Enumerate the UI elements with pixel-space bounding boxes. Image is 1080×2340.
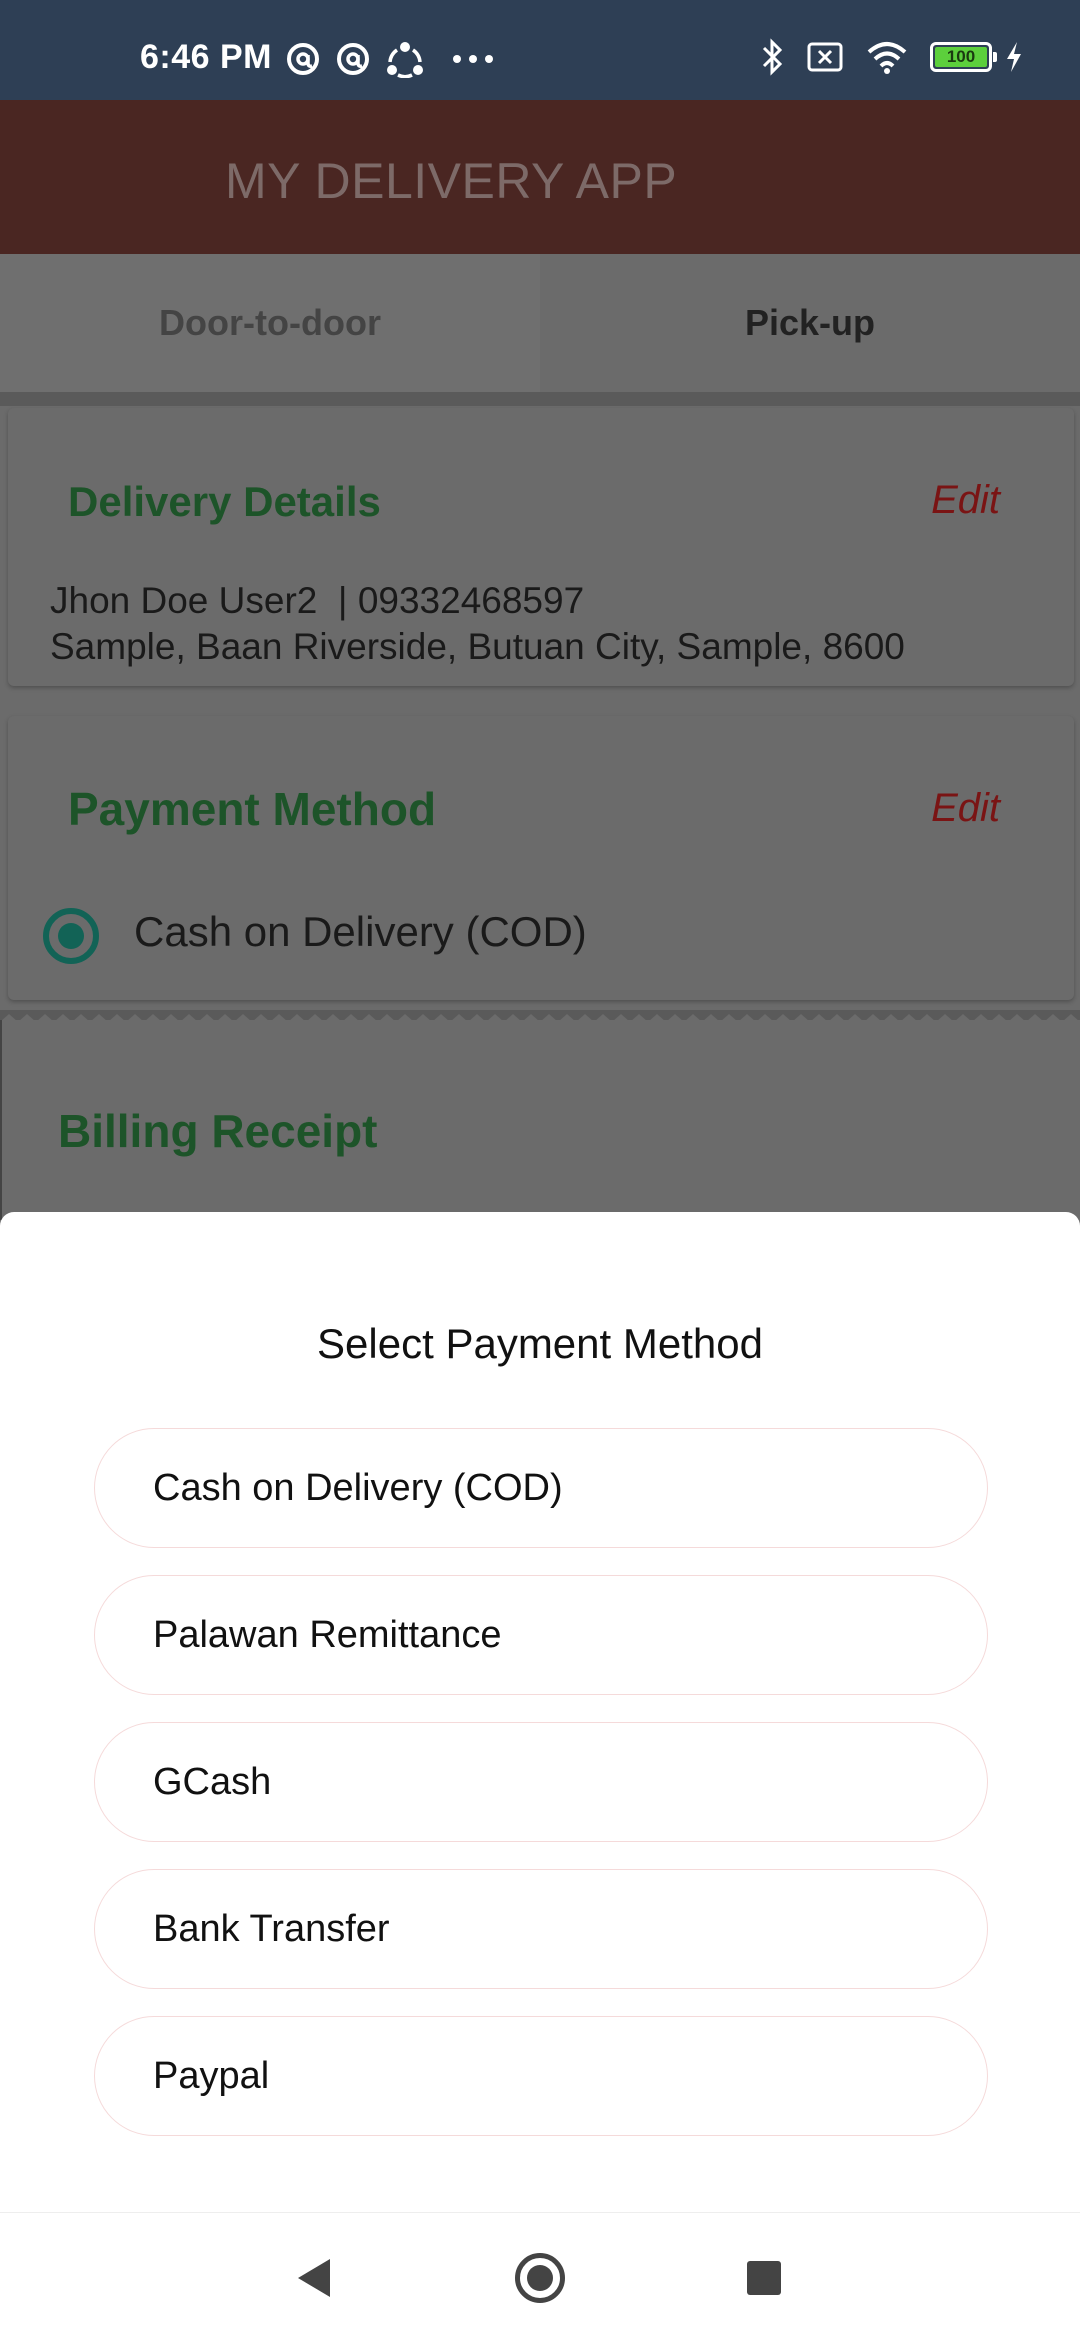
status-icons-right: 100	[760, 38, 1024, 76]
recents-icon[interactable]	[747, 2261, 781, 2295]
tabs-divider	[0, 392, 1080, 406]
delivery-type-tabs: Door-to-door Pick-up	[0, 254, 1080, 392]
recipient-name-phone: Jhon Doe User2 | 09332468597	[50, 580, 585, 621]
payment-method-title: Payment Method	[68, 783, 437, 835]
at-sign-icon	[287, 43, 319, 75]
app-bar: MY DELIVERY APP	[0, 100, 1080, 254]
status-bar: 6:46 PM 100	[0, 0, 1080, 100]
status-time: 6:46 PM	[140, 38, 272, 76]
delivery-details-title: Delivery Details	[68, 478, 381, 525]
payment-radio-selected[interactable]	[43, 908, 99, 964]
wifi-icon	[867, 42, 907, 74]
billing-receipt-title: Billing Receipt	[58, 1105, 378, 1157]
option-bank-transfer[interactable]: Bank Transfer	[94, 1869, 988, 1989]
payment-method-edit-link[interactable]: Edit	[931, 786, 1000, 831]
billing-receipt-card: Billing Receipt	[0, 1020, 1080, 1220]
delivery-details-card: Delivery Details Edit Jhon Doe User2 | 0…	[8, 408, 1074, 686]
home-icon[interactable]	[515, 2253, 565, 2303]
bluetooth-icon	[762, 38, 783, 76]
charging-bolt-icon	[1007, 42, 1021, 72]
more-dots-icon	[453, 55, 493, 63]
payment-selected-label: Cash on Delivery (COD)	[134, 908, 587, 955]
option-gcash[interactable]: GCash	[94, 1722, 988, 1842]
battery-level: 100	[935, 47, 987, 67]
radio-dot	[58, 923, 84, 949]
tab-pick-up[interactable]: Pick-up	[540, 254, 1080, 392]
payment-method-sheet: Select Payment Method Cash on Delivery (…	[0, 1212, 1080, 2212]
delivery-details-edit-link[interactable]: Edit	[931, 478, 1000, 523]
payment-method-card: Payment Method Edit Cash on Delivery (CO…	[8, 716, 1074, 1000]
battery-icon: 100	[930, 42, 997, 72]
back-icon[interactable]	[298, 2259, 330, 2297]
tab-door-to-door[interactable]: Door-to-door	[0, 254, 540, 392]
at-sign-icon	[337, 43, 369, 75]
app-title: MY DELIVERY APP	[225, 153, 678, 209]
share-nodes-icon	[387, 42, 423, 78]
no-sim-icon	[807, 42, 843, 72]
status-icons-left	[285, 40, 495, 78]
home-icon-dot	[527, 2265, 553, 2291]
option-cash-on-delivery[interactable]: Cash on Delivery (COD)	[94, 1428, 988, 1548]
sheet-title: Select Payment Method	[317, 1320, 763, 1367]
recipient-address: Sample, Baan Riverside, Butuan City, Sam…	[50, 626, 905, 667]
option-paypal[interactable]: Paypal	[94, 2016, 988, 2136]
option-palawan-remittance[interactable]: Palawan Remittance	[94, 1575, 988, 1695]
system-nav-bar	[0, 2212, 1080, 2340]
